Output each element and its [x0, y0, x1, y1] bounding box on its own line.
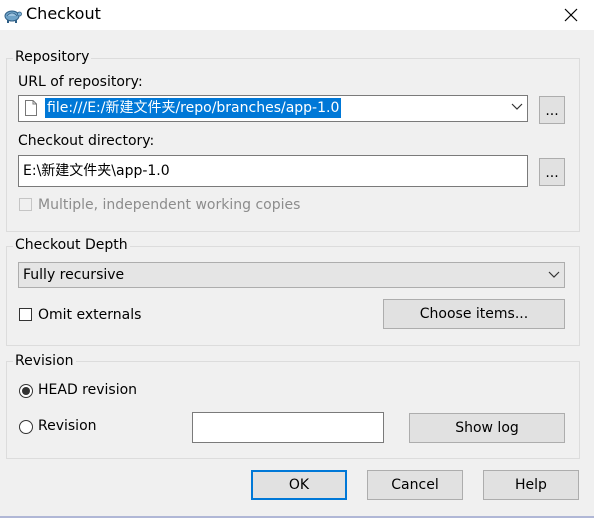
revision-group-label: Revision — [13, 353, 76, 369]
checkout-depth-group — [6, 246, 580, 346]
depth-dropdown[interactable]: Fully recursive — [18, 262, 565, 288]
file-icon — [25, 100, 37, 116]
window-title: Checkout — [26, 4, 101, 23]
revision-input[interactable] — [192, 412, 384, 443]
repository-group-label: Repository — [13, 49, 92, 65]
cancel-button[interactable]: Cancel — [367, 470, 463, 500]
checkout-depth-group-label: Checkout Depth — [13, 237, 130, 253]
close-icon — [564, 8, 578, 22]
choose-items-button[interactable]: Choose items... — [383, 299, 565, 329]
depth-selected-value: Fully recursive — [23, 267, 125, 283]
radio-selected-dot — [22, 387, 30, 395]
url-value: file:///E:/新建文件夹/repo/branches/app-1.0 — [45, 98, 342, 118]
checkout-dir-label: Checkout directory: — [18, 133, 155, 149]
show-log-button[interactable]: Show log — [409, 413, 565, 443]
checkout-dir-input[interactable]: E:\新建文件夹\app-1.0 — [18, 155, 528, 187]
multiple-copies-label: Multiple, independent working copies — [38, 197, 301, 213]
revision-group — [6, 361, 580, 459]
help-button[interactable]: Help — [483, 470, 579, 500]
head-revision-radio[interactable] — [19, 384, 33, 398]
omit-externals-label: Omit externals — [38, 307, 142, 323]
chevron-down-icon — [548, 271, 560, 278]
revision-label: Revision — [38, 418, 97, 434]
revision-radio[interactable] — [19, 420, 33, 434]
browse-url-button[interactable]: ... — [539, 96, 565, 124]
url-combobox[interactable]: file:///E:/新建文件夹/repo/branches/app-1.0 — [18, 95, 528, 122]
url-label: URL of repository: — [18, 74, 143, 90]
head-revision-label: HEAD revision — [38, 382, 138, 398]
chevron-down-icon[interactable] — [511, 102, 523, 112]
close-button[interactable] — [548, 0, 594, 30]
omit-externals-checkbox[interactable] — [19, 308, 32, 321]
ok-button[interactable]: OK — [251, 470, 347, 500]
tortoise-icon — [4, 10, 22, 23]
browse-dir-button[interactable]: ... — [539, 158, 565, 186]
multiple-copies-checkbox[interactable] — [19, 198, 32, 211]
title-bar: Checkout — [0, 0, 594, 30]
